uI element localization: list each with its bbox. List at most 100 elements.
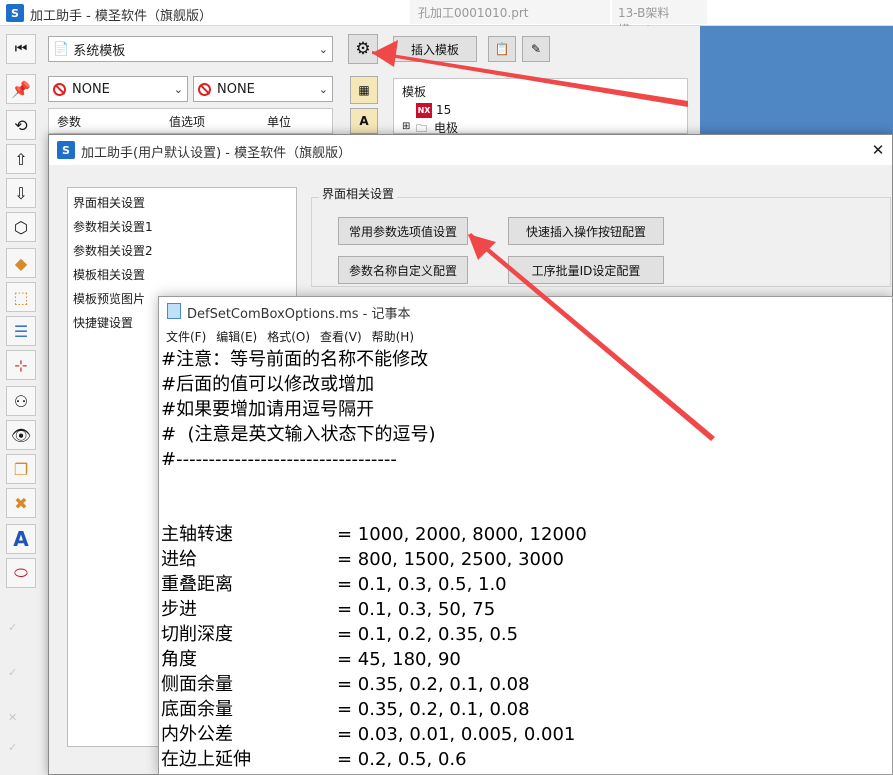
category-template-preview[interactable]: 模板预览图片 [73, 290, 145, 307]
category-template-settings[interactable]: 模板相关设置 [73, 266, 145, 283]
check-mark-icon: ✓ [8, 666, 18, 679]
list-edit-icon: ☰ [13, 321, 29, 341]
text-a-icon: A [359, 114, 369, 128]
view-tool-button[interactable]: 👁 [6, 420, 36, 450]
ellipse-tool-button[interactable]: ⬭ [6, 558, 36, 588]
no-entry-icon [53, 82, 66, 96]
chevron-down-icon: ⌄ [318, 42, 328, 56]
settings-button[interactable]: ⚙ [348, 34, 378, 64]
font-a-icon: A [13, 527, 29, 551]
template-combo[interactable]: 📄 系统模板 ⌄ [48, 36, 333, 62]
clipboard-icon: 📋 [494, 42, 510, 56]
config-line: 切削深度 = 0.1, 0.2, 0.35, 0.5 [161, 622, 881, 647]
collapse-panel-button[interactable]: ⏮ [6, 34, 36, 64]
comment-line: #后面的值可以修改或增加 [161, 374, 375, 395]
eye-icon: 👁 [10, 425, 32, 445]
config-value: = 0.03, 0.01, 0.005, 0.001 [337, 724, 576, 745]
param-name-config-button[interactable]: 参数名称自定义配置 [338, 256, 468, 284]
list-edit-button[interactable]: ☰ [6, 316, 36, 346]
close-icon: ✕ [871, 141, 885, 159]
file-tab-2[interactable]: 13-B架料模.prt [612, 0, 707, 37]
template-combo-value: 系统模板 [73, 43, 126, 59]
text-tool-button[interactable]: A [350, 108, 378, 134]
filter-combo-right[interactable]: NONE ⌄ [193, 76, 333, 102]
category-param-settings-1[interactable]: 参数相关设置1 [73, 218, 153, 235]
menu-edit[interactable]: 编辑(E) [216, 328, 257, 345]
quick-insert-config-button[interactable]: 快速插入操作按钮配置 [508, 217, 664, 245]
config-value: = 1000, 2000, 8000, 12000 [337, 524, 587, 545]
copy-tool-button[interactable]: ❐ [6, 454, 36, 484]
notepad-text-area[interactable]: #注意：等号前面的名称不能修改 #后面的值可以修改或增加 #如果要增加请用逗号隔… [161, 347, 881, 772]
config-line: 角度 = 45, 180, 90 [161, 647, 881, 672]
app-logo-icon: S [6, 4, 24, 22]
arrow-up-icon: ⇧ [14, 149, 28, 169]
group-label: 界面相关设置 [319, 185, 398, 202]
move-up-button[interactable]: ⇧ [6, 144, 36, 174]
pin-button[interactable]: 📌 [6, 74, 36, 104]
notepad-titlebar: DefSetComBoxOptions.ms - 记事本 [159, 297, 892, 325]
config-key: 主轴转速 [161, 524, 233, 545]
stack-icon: ▦ [358, 83, 370, 97]
user-tool-button[interactable]: ⚇ [6, 386, 36, 416]
comment-line: #注意：等号前面的名称不能修改 [161, 349, 429, 370]
part-tool-button[interactable]: ⬡ [6, 212, 36, 242]
operation-tool-button[interactable]: ▦ [350, 76, 378, 104]
expand-icon[interactable]: ⊞ [402, 121, 410, 132]
skip-back-icon: ⏮ [14, 41, 28, 57]
menu-file[interactable]: 文件(F) [166, 328, 206, 345]
gear-icon: ⚙ [355, 39, 371, 59]
config-line: 侧面余量 = 0.35, 0.2, 0.1, 0.08 [161, 672, 881, 697]
config-line: 步进 = 0.1, 0.3, 50, 75 [161, 597, 881, 622]
axis-tool-button[interactable]: ⊹ [6, 350, 36, 380]
tree-item-nx[interactable]: 15 [436, 103, 451, 117]
comment-line: # (注意是英文输入状态下的逗号) [161, 424, 436, 445]
delete-tool-button[interactable]: ✖ [6, 488, 36, 518]
category-param-settings-2[interactable]: 参数相关设置2 [73, 242, 153, 259]
filter-combo-left[interactable]: NONE ⌄ [48, 76, 188, 102]
menu-format[interactable]: 格式(O) [267, 328, 310, 345]
template-tree[interactable]: 模板 NX 15 ⊞ 🗀 电极 [393, 78, 688, 135]
filter-right-value: NONE [217, 81, 255, 97]
config-value: = 0.1, 0.3, 50, 75 [337, 599, 496, 620]
edit-template-button[interactable]: ✎ [522, 36, 550, 62]
move-down-button[interactable]: ⇩ [6, 178, 36, 208]
nx-badge-icon: NX [416, 103, 432, 118]
config-key: 角度 [161, 649, 197, 670]
notepad-menubar: 文件(F) 编辑(E) 格式(O) 查看(V) 帮助(H) [159, 325, 892, 347]
unit-header: 单位 [267, 114, 292, 129]
template-icon: 📄 [53, 41, 70, 57]
tree-header: 模板 [402, 85, 427, 99]
refresh-button[interactable]: ⟲ [6, 110, 36, 140]
delete-icon: ✖ [14, 493, 28, 513]
category-shortcut-settings[interactable]: 快捷键设置 [73, 314, 133, 331]
menu-help[interactable]: 帮助(H) [372, 328, 414, 345]
axis-icon: ⊹ [14, 355, 28, 375]
dialog-close-button[interactable]: ✕ [867, 139, 889, 161]
eraser-tool-button[interactable]: ◆ [6, 248, 36, 278]
category-ui-settings[interactable]: 界面相关设置 [73, 194, 145, 211]
toolpath-tool-button[interactable]: ⬚ [6, 282, 36, 312]
menu-view[interactable]: 查看(V) [320, 328, 362, 345]
value-header: 值选项 [169, 114, 206, 129]
filter-left-value: NONE [72, 81, 110, 97]
file-tab-1-label: 孔加工0001010.prt [418, 6, 529, 20]
clipboard-button[interactable]: 📋 [488, 36, 516, 62]
config-value: = 0.35, 0.2, 0.1, 0.08 [337, 674, 530, 695]
app-logo-icon: S [57, 141, 75, 159]
batch-id-config-button[interactable]: 工序批量ID设定配置 [508, 256, 664, 284]
config-key: 切削深度 [161, 624, 233, 645]
check-mark-icon: ✓ [8, 741, 18, 754]
user-tool-icon: ⚇ [13, 391, 29, 411]
common-params-options-button[interactable]: 常用参数选项值设置 [338, 217, 468, 245]
config-key: 步进 [161, 599, 197, 620]
file-tab-1[interactable]: 孔加工0001010.prt [410, 0, 610, 24]
config-value: = 800, 1500, 2500, 3000 [337, 549, 564, 570]
cross-mark-icon: ✕ [8, 711, 18, 724]
insert-template-button[interactable]: 插入模板 [393, 36, 477, 62]
chevron-down-icon: ⌄ [318, 82, 328, 96]
copy-icon: ❐ [13, 459, 29, 479]
config-line: 在边上延伸 = 0.2, 0.5, 0.6 [161, 747, 881, 772]
font-tool-button[interactable]: A [6, 524, 36, 554]
